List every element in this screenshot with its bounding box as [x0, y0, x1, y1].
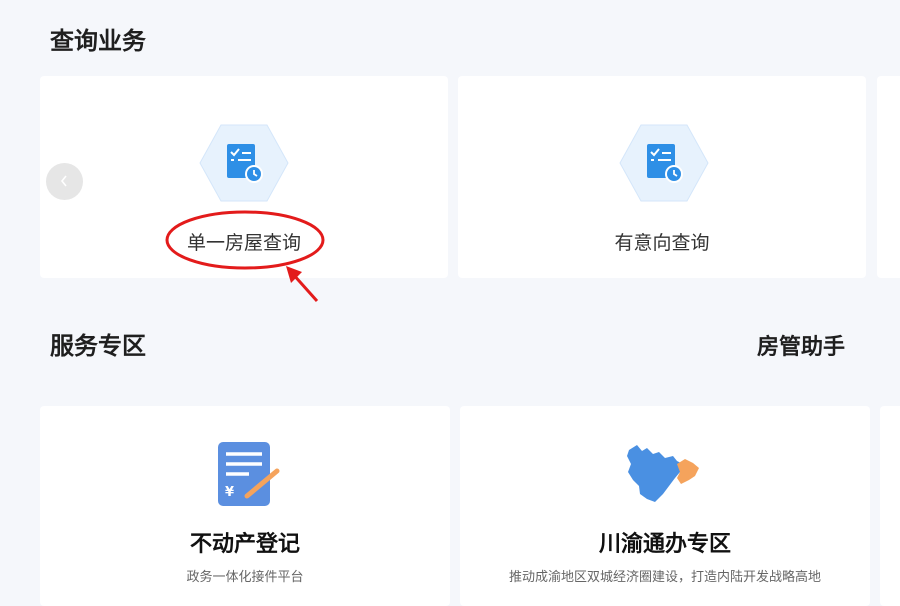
query-card-label: 有意向查询 — [614, 232, 710, 254]
service-card-title: 不动产登记 — [189, 532, 300, 557]
query-card-label: 单一房屋查询 — [186, 232, 301, 254]
service-card-desc: 推动成渝地区双城经济圈建设，打造内陆开发战略高地 — [508, 570, 821, 585]
document-clock-icon — [199, 124, 289, 202]
yuan-document-pen-icon: ¥ — [218, 442, 280, 506]
assistant-section-title: 房管助手 — [757, 335, 846, 360]
service-card-partial[interactable] — [880, 406, 900, 606]
query-card-single-house[interactable]: 单一房屋查询 — [40, 76, 448, 278]
chevron-left-icon — [60, 175, 67, 187]
sichuan-chongqing-map-icon — [627, 445, 699, 502]
query-section-title: 查询业务 — [50, 27, 146, 55]
service-card-title: 川渝通办专区 — [598, 532, 731, 557]
service-card-sichuan-chongqing[interactable]: 川渝通办专区 推动成渝地区双城经济圈建设，打造内陆开发战略高地 — [460, 406, 870, 606]
service-card-desc: 政务一体化接件平台 — [186, 570, 304, 585]
document-clock-icon — [619, 124, 709, 202]
query-card-partial[interactable] — [877, 76, 900, 278]
service-card-real-estate[interactable]: ¥ 不动产登记 政务一体化接件平台 — [40, 406, 450, 606]
svg-text:¥: ¥ — [225, 485, 234, 500]
service-section-title: 服务专区 — [50, 332, 146, 360]
carousel-prev-button[interactable] — [46, 163, 83, 200]
query-card-intention[interactable]: 有意向查询 — [458, 76, 866, 278]
